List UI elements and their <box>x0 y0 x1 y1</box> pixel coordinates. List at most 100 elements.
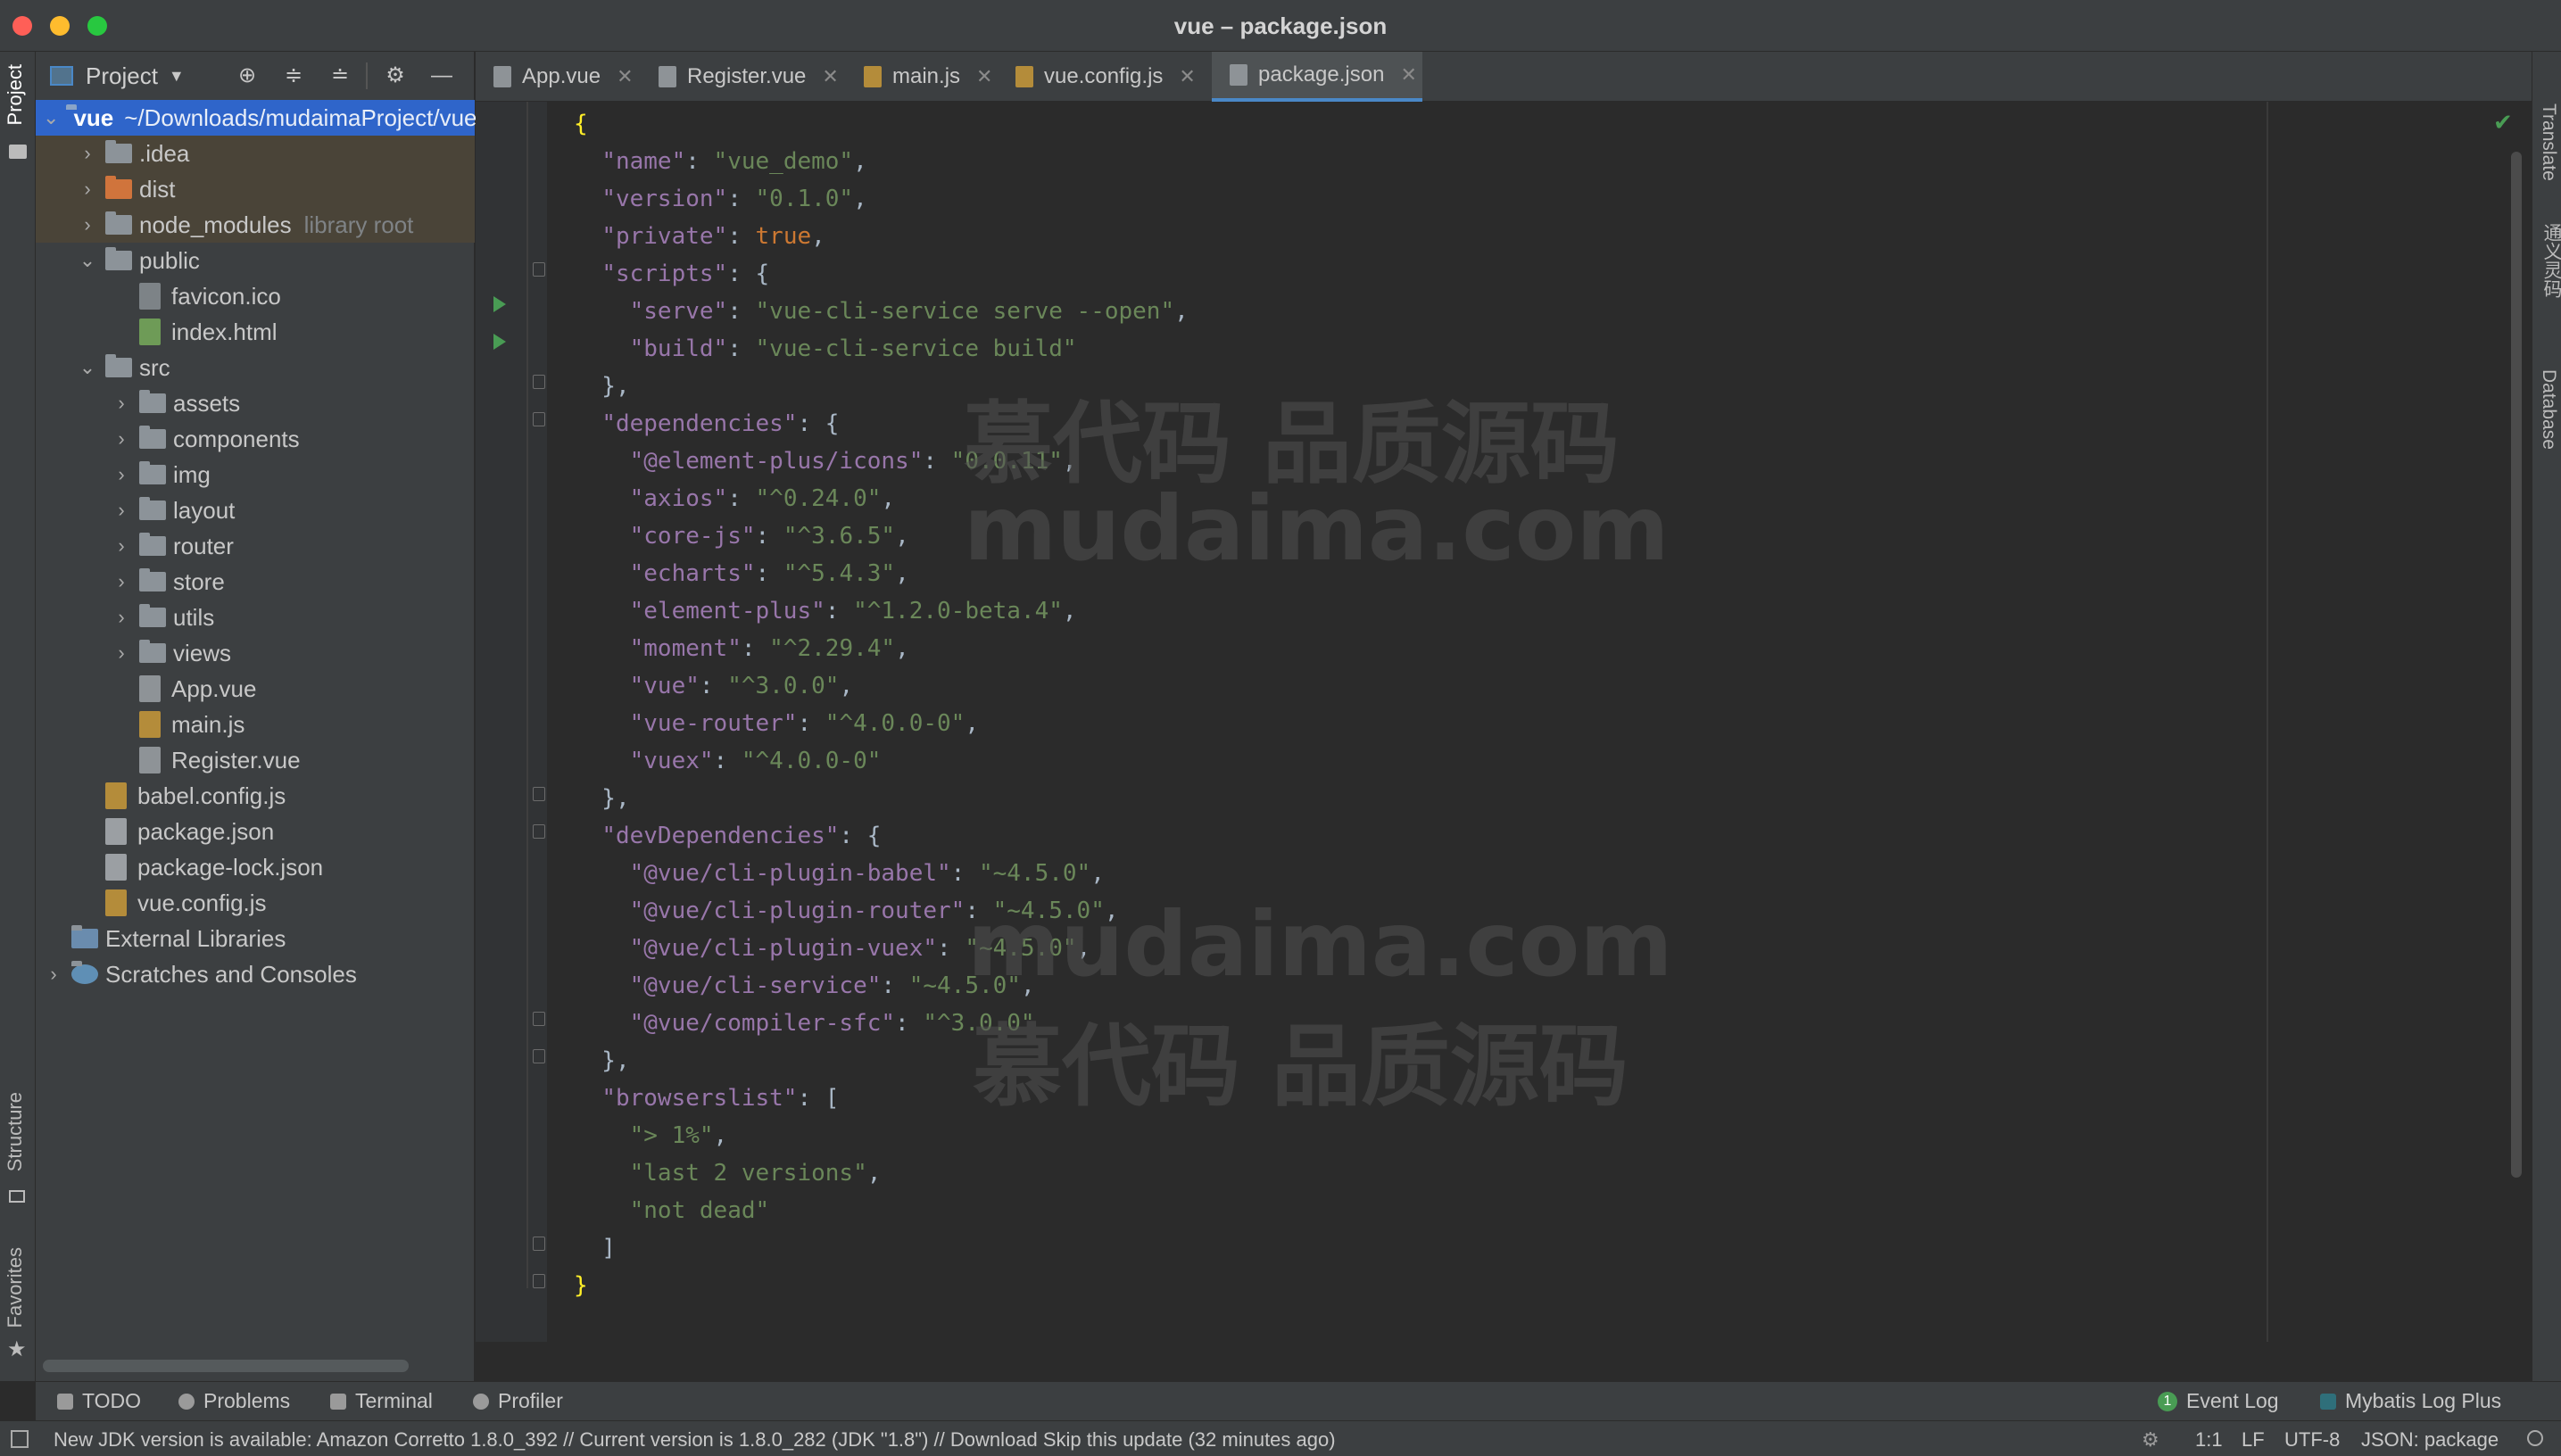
close-tab-icon[interactable]: ✕ <box>617 65 633 88</box>
file-encoding[interactable]: UTF-8 <box>2284 1428 2340 1452</box>
tree-item[interactable]: › views <box>36 635 475 671</box>
fold-icon[interactable] <box>533 412 545 426</box>
fold-icon[interactable] <box>533 1012 545 1026</box>
tool-windows-bar: TODO Problems Terminal Profiler 1 Event L… <box>36 1381 2561 1420</box>
chevron-right-icon[interactable]: › <box>77 214 98 236</box>
tree-item[interactable]: › assets <box>36 385 475 421</box>
status-message[interactable]: New JDK version is available: Amazon Cor… <box>54 1428 1336 1452</box>
json-schema[interactable]: JSON: package <box>2361 1428 2499 1452</box>
tree-item[interactable]: babel.config.js <box>36 778 475 814</box>
run-serve-icon[interactable] <box>493 296 506 312</box>
tree-item[interactable]: › dist <box>36 171 475 207</box>
fold-icon[interactable] <box>533 262 545 277</box>
terminal-tool-button[interactable]: Terminal <box>330 1389 433 1413</box>
fold-icon[interactable] <box>533 1049 545 1063</box>
collapse-all-icon[interactable]: ≐ <box>327 62 353 89</box>
tree-item[interactable]: ⌄ vue ~/Downloads/mudaimaProject/vue <box>36 100 477 136</box>
chevron-right-icon[interactable]: › <box>43 964 64 985</box>
database-tool-button[interactable]: Database <box>2538 369 2559 450</box>
tree-item[interactable]: › components <box>36 421 475 457</box>
json-file-icon <box>105 854 127 881</box>
favorites-tool-button[interactable]: Favorites <box>4 1247 27 1328</box>
chevron-right-icon[interactable]: › <box>77 178 98 200</box>
fold-icon[interactable] <box>533 1274 545 1288</box>
tree-item[interactable]: › .idea <box>36 136 475 171</box>
fold-icon[interactable] <box>533 1237 545 1251</box>
tree-item[interactable]: › img <box>36 457 475 492</box>
git-icon[interactable]: ⚙ <box>2142 1428 2159 1452</box>
tree-item[interactable]: vue.config.js <box>36 885 475 921</box>
close-tab-icon[interactable]: ✕ <box>822 65 838 88</box>
editor-tab[interactable]: vue.config.js ✕ <box>998 52 1212 102</box>
close-tab-icon[interactable]: ✕ <box>1400 63 1416 87</box>
tree-item[interactable]: ⌄ public <box>36 243 475 278</box>
horizontal-scrollbar[interactable] <box>43 1360 409 1372</box>
editor-tab[interactable]: App.vue ✕ <box>476 52 641 102</box>
gear-icon[interactable]: ⚙ <box>382 62 409 89</box>
tree-item[interactable]: › utils <box>36 600 475 635</box>
chevron-right-icon[interactable]: › <box>111 464 132 485</box>
todo-label: TODO <box>82 1389 142 1412</box>
tree-item[interactable]: package-lock.json <box>36 849 475 885</box>
chevron-down-icon[interactable]: ⌄ <box>43 107 59 128</box>
chevron-right-icon[interactable]: › <box>111 500 132 521</box>
caret-position[interactable]: 1:1 <box>2195 1428 2223 1452</box>
run-build-icon[interactable] <box>493 334 506 350</box>
chevron-right-icon[interactable]: › <box>111 428 132 450</box>
chevron-right-icon[interactable]: › <box>111 393 132 414</box>
chevron-right-icon[interactable]: › <box>77 143 98 164</box>
tree-item[interactable]: › Scratches and Consoles <box>36 956 475 992</box>
todo-tool-button[interactable]: TODO <box>57 1389 141 1413</box>
fold-icon[interactable] <box>533 824 545 839</box>
expand-all-icon[interactable]: ≑ <box>280 62 307 89</box>
profiler-tool-button[interactable]: Profiler <box>473 1389 563 1413</box>
code-token: , <box>853 186 867 212</box>
locate-icon[interactable]: ⊕ <box>234 62 261 89</box>
close-tab-icon[interactable]: ✕ <box>1179 65 1195 88</box>
window-icon[interactable] <box>11 1430 29 1448</box>
editor-tab[interactable]: Register.vue ✕ <box>641 52 846 102</box>
tree-item[interactable]: App.vue <box>36 671 475 707</box>
chevron-right-icon[interactable]: › <box>111 642 132 664</box>
chevron-right-icon[interactable]: › <box>111 607 132 628</box>
tree-item[interactable]: ⌄ src <box>36 350 475 385</box>
structure-tool-button[interactable]: Structure <box>4 1092 27 1171</box>
mybatis-tool-button[interactable]: Mybatis Log Plus <box>2320 1389 2501 1413</box>
tree-item[interactable]: › store <box>36 564 475 600</box>
tree-item[interactable]: main.js <box>36 707 475 742</box>
tree-item[interactable]: package.json <box>36 814 475 849</box>
project-view-selector[interactable]: Project <box>86 62 158 90</box>
fold-icon[interactable] <box>533 375 545 389</box>
tree-item[interactable]: Register.vue <box>36 742 475 778</box>
chevron-right-icon[interactable]: › <box>111 571 132 592</box>
code-token: "~4.5.0" <box>978 860 1091 887</box>
editor-tab[interactable]: package.json ✕ <box>1212 52 1422 102</box>
tree-item[interactable]: › router <box>36 528 475 564</box>
close-tab-icon[interactable]: ✕ <box>976 65 992 88</box>
problems-tool-button[interactable]: Problems <box>178 1389 290 1413</box>
tree-item-label: babel.config.js <box>137 782 286 809</box>
fold-icon[interactable] <box>533 787 545 801</box>
chevron-down-icon[interactable]: ▼ <box>169 67 185 86</box>
code-token: : [ <box>797 1085 840 1112</box>
tree-item[interactable]: › layout <box>36 492 475 528</box>
translate-tool-button[interactable]: Translate <box>2538 103 2559 181</box>
event-log-tool-button[interactable]: 1 Event Log <box>2158 1389 2279 1413</box>
project-tool-button[interactable]: Project <box>4 64 27 125</box>
tree-item[interactable]: favicon.ico <box>36 278 475 314</box>
line-separator[interactable]: LF <box>2242 1428 2265 1452</box>
editor-tab[interactable]: main.js ✕ <box>846 52 998 102</box>
tree-item[interactable]: › node_modules library root <box>36 207 475 243</box>
vertical-scrollbar[interactable] <box>2511 152 2522 1178</box>
chevron-down-icon[interactable]: ⌄ <box>77 250 98 271</box>
notifications-icon[interactable] <box>2527 1430 2543 1446</box>
chevron-down-icon[interactable]: ⌄ <box>77 357 98 378</box>
tree-item[interactable]: External Libraries <box>36 921 475 956</box>
hide-panel-icon[interactable]: — <box>428 62 455 89</box>
tongyi-tool-button[interactable]: 通义灵码 <box>2538 223 2561 298</box>
tree-item[interactable]: index.html <box>36 314 475 350</box>
code-editor[interactable]: { "name": "vue_demo", "version": "0.1.0"… <box>547 102 2532 1342</box>
chevron-right-icon[interactable]: › <box>111 535 132 557</box>
